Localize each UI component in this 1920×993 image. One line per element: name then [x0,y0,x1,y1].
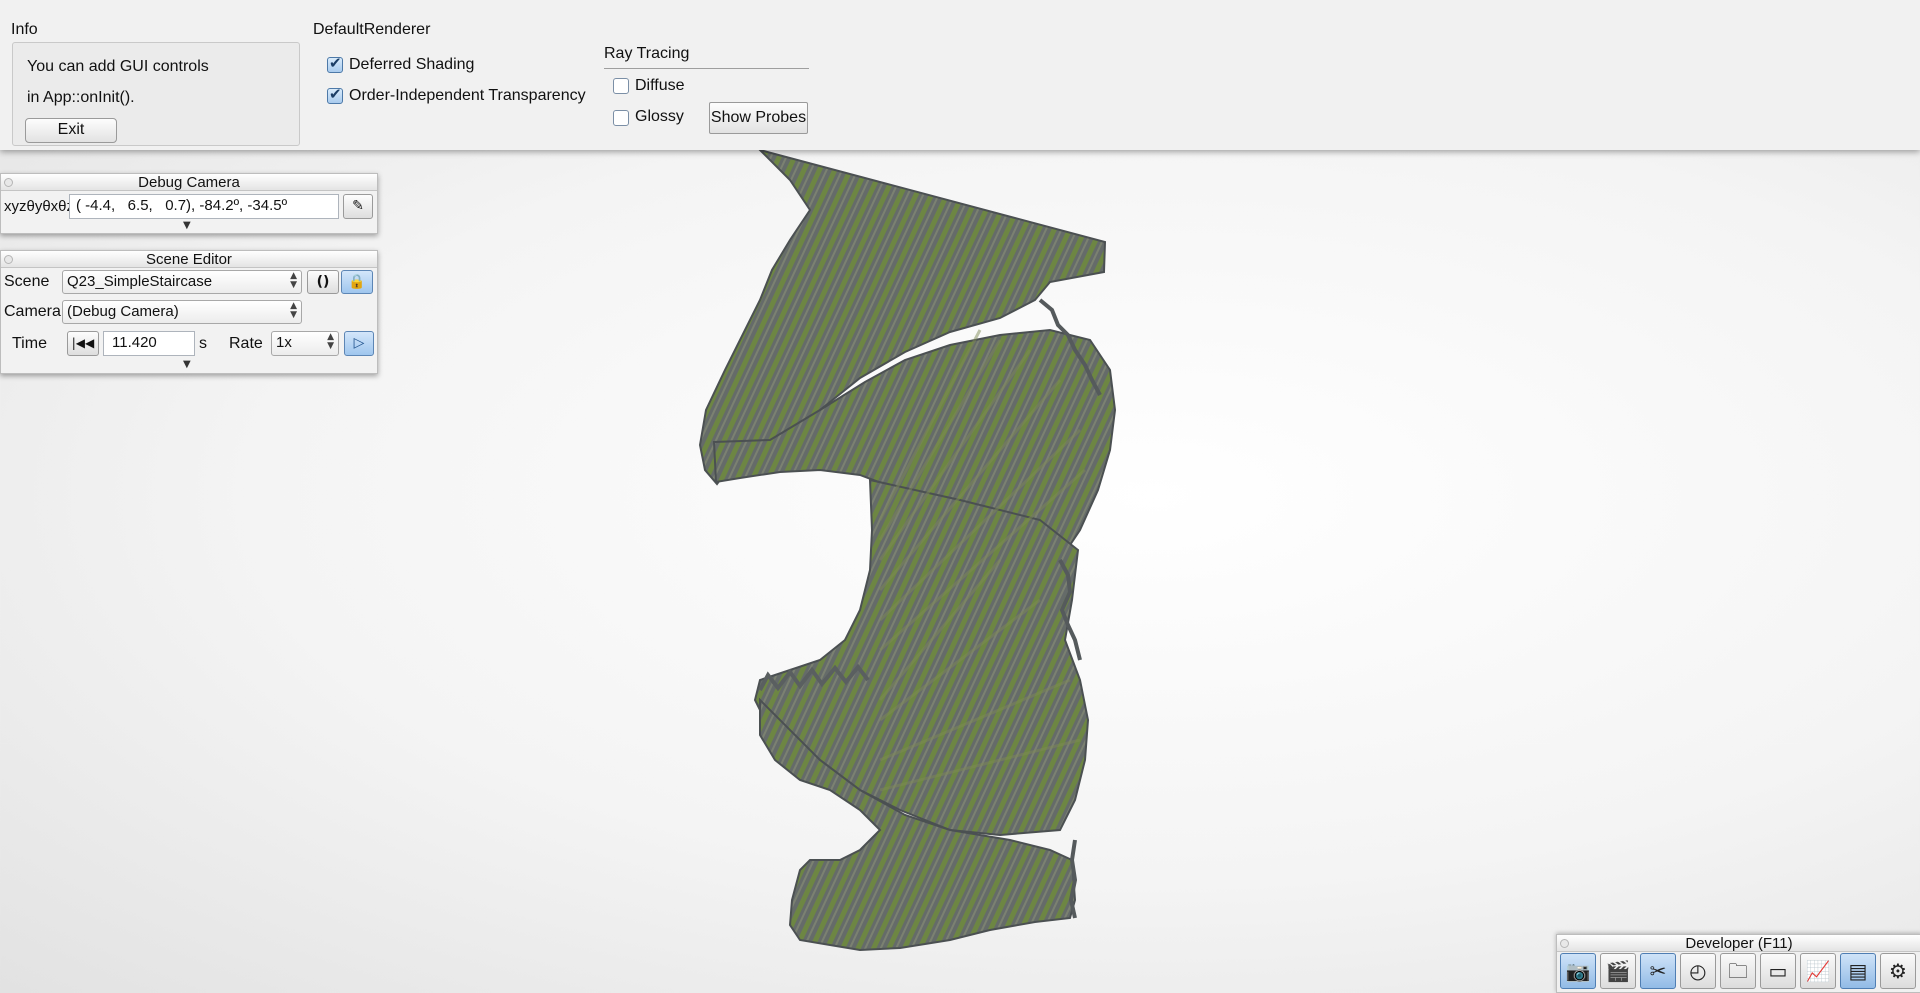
developer-title: Developer (F11) [1685,935,1793,952]
show-probes-button[interactable]: Show Probes [709,102,808,134]
rate-label: Rate [229,335,263,352]
expand-arrow-icon[interactable]: ▼ [183,359,191,370]
ray-tracing-title: Ray Tracing [604,45,690,62]
reload-icon: () [316,274,330,290]
file-folder-button[interactable]: 🗀 [1720,953,1756,989]
diffuse-checkbox[interactable] [613,78,629,94]
graph-monitor-button[interactable]: 📈 [1800,953,1836,989]
updown-arrows-icon: ▲ ▼ [290,271,297,290]
copy-frame-button[interactable]: ✎ [343,194,373,219]
ray-tracing-divider [604,68,809,69]
console-document-icon: ▤ [1848,959,1868,983]
folder-icon: 🗀 [1728,959,1748,983]
play-icon: ▷ [353,335,365,351]
info-section-title: Info [11,21,38,38]
window-close-dot-icon[interactable] [1560,939,1569,948]
oit-checkbox[interactable] [327,85,343,104]
top-gui-panel: Info You can add GUI controls in App::on… [0,0,1920,150]
info-text-line1: You can add GUI controls [27,58,209,75]
info-text-line2: in App::onInit(). [27,89,135,106]
window-close-dot-icon[interactable] [4,255,13,264]
developer-toolbar[interactable]: Developer (F11) 📷 🎬 ✂ ◴ 🗀 ▭ 📈 ▤ ⚙ [1556,934,1920,993]
expand-arrow-icon[interactable]: ▼ [183,220,191,231]
oit-label: Order-Independent Transparency [349,87,586,104]
camera-dropdown[interactable]: (Debug Camera) ▲ ▼ [62,300,302,324]
diffuse-label: Diffuse [635,77,685,94]
developer-titlebar[interactable]: Developer (F11) [1557,935,1920,952]
exit-button[interactable]: Exit [25,118,117,143]
camera-icon: 📷 [1565,959,1591,983]
glossy-label: Glossy [635,108,684,125]
lock-scene-button[interactable]: 🔒 [341,270,373,294]
window-close-dot-icon[interactable] [4,178,13,187]
debug-camera-title: Debug Camera [138,174,240,191]
scene-editor-window[interactable]: Scene Editor Scene Q23_SimpleStaircase ▲… [0,250,378,374]
renderer-section-title: DefaultRenderer [313,21,431,38]
camera-dropdown-value: (Debug Camera) [67,303,179,320]
profiler-clock-icon: ◴ [1689,959,1707,983]
lock-icon: 🔒 [348,274,366,290]
tools-icon: ✂ [1649,959,1667,983]
scene-window-icon: ▭ [1768,959,1788,983]
rewind-button[interactable]: |◀◀ [67,331,99,356]
scene-label: Scene [4,273,50,290]
graph-monitor-icon: 📈 [1805,959,1831,983]
scene-dropdown[interactable]: Q23_SimpleStaircase ▲ ▼ [62,270,302,294]
updown-arrows-icon: ▲ ▼ [327,332,334,351]
time-field[interactable]: 11.420 [103,331,195,356]
camera-tool-button[interactable]: 📷 [1560,953,1596,989]
updown-arrows-icon: ▲ ▼ [290,301,297,320]
debug-camera-window[interactable]: Debug Camera xyzθyθxθz ( -4.4, 6.5, 0.7)… [0,173,378,234]
camera-label: Camera [4,303,61,320]
settings-button[interactable]: ⚙ [1880,953,1916,989]
staircase-model [698,148,1117,952]
scene-window-button[interactable]: ▭ [1760,953,1796,989]
camera-coord-label: xyzθyθxθz [4,198,75,215]
time-unit-label: s [199,335,207,352]
scene-dropdown-value: Q23_SimpleStaircase [67,273,213,290]
deferred-shading-label: Deferred Shading [349,56,475,73]
time-label: Time [12,335,47,352]
info-box: You can add GUI controls in App::onInit(… [12,42,300,146]
clapperboard-icon: 🎬 [1605,959,1631,983]
rate-dropdown[interactable]: 1x ▲ ▼ [271,331,339,356]
console-button[interactable]: ▤ [1840,953,1876,989]
tools-button[interactable]: ✂ [1640,953,1676,989]
profiler-button[interactable]: ◴ [1680,953,1716,989]
scene-editor-titlebar[interactable]: Scene Editor [1,251,377,268]
deferred-shading-checkbox[interactable] [327,54,343,73]
scene-editor-title: Scene Editor [146,251,232,268]
video-record-button[interactable]: 🎬 [1600,953,1636,989]
camera-frame-field[interactable]: ( -4.4, 6.5, 0.7), -84.2º, -34.5º [69,194,339,219]
play-button[interactable]: ▷ [344,331,374,356]
rewind-icon: |◀◀ [71,336,95,350]
gear-icon: ⚙ [1889,959,1907,983]
clipboard-icon: ✎ [352,198,364,214]
reload-scene-button[interactable]: () [307,270,339,294]
rate-dropdown-value: 1x [276,334,292,351]
glossy-checkbox[interactable] [613,110,629,126]
debug-camera-titlebar[interactable]: Debug Camera [1,174,377,191]
